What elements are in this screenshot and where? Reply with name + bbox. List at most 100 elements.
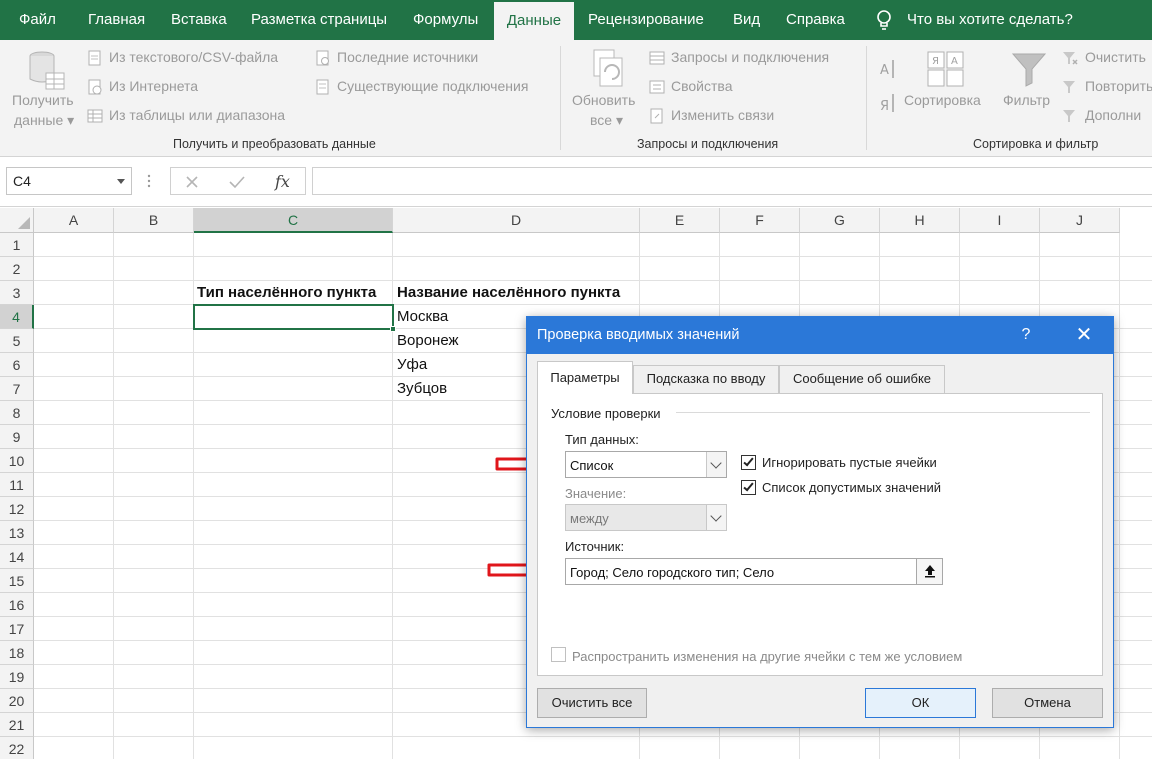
collapse-dialog-button[interactable] bbox=[916, 559, 942, 584]
clear-button[interactable]: Очистить bbox=[1085, 49, 1146, 65]
row-header-4[interactable]: 4 bbox=[0, 305, 34, 329]
formula-input[interactable] bbox=[312, 167, 1152, 195]
row-header-10[interactable]: 10 bbox=[0, 449, 34, 473]
column-header-g[interactable]: G bbox=[800, 208, 880, 233]
column-header-a[interactable]: A bbox=[34, 208, 114, 233]
clear-all-button[interactable]: Очистить все bbox=[537, 688, 647, 718]
row-header-21[interactable]: 21 bbox=[0, 713, 34, 737]
reapply-button[interactable]: Повторить bbox=[1085, 78, 1152, 94]
properties-button[interactable]: Свойства bbox=[671, 78, 732, 94]
ok-button[interactable]: ОК bbox=[865, 688, 976, 718]
edit-links-button[interactable]: Изменить связи bbox=[671, 107, 774, 123]
name-box[interactable]: C4 bbox=[6, 167, 132, 195]
data-type-select[interactable]: Список bbox=[565, 451, 727, 478]
recent-sources-button[interactable]: Последние источники bbox=[337, 49, 478, 65]
advanced-button[interactable]: Дополни bbox=[1085, 107, 1141, 123]
sort-button[interactable]: Сортировка bbox=[904, 92, 981, 108]
tab-settings[interactable]: Параметры bbox=[537, 361, 633, 394]
chevron-down-icon[interactable] bbox=[117, 179, 125, 184]
cell-d6[interactable]: Уфа bbox=[397, 353, 427, 377]
from-web-button[interactable]: Из Интернета bbox=[109, 78, 198, 94]
row-header-12[interactable]: 12 bbox=[0, 497, 34, 521]
tab-insert[interactable]: Вставка bbox=[171, 0, 227, 40]
tab-file[interactable]: Файл bbox=[19, 0, 56, 40]
data-type-dropdown-button[interactable] bbox=[706, 452, 726, 477]
cell-c3[interactable]: Тип населённого пункта bbox=[197, 281, 376, 305]
cell-d5[interactable]: Воронеж bbox=[397, 329, 459, 353]
cell-d3[interactable]: Название населённого пункта bbox=[397, 281, 620, 305]
close-icon[interactable]: ✕ bbox=[1072, 323, 1096, 347]
tab-review[interactable]: Рецензирование bbox=[588, 0, 704, 40]
row-header-17[interactable]: 17 bbox=[0, 617, 34, 641]
chevron-down-icon bbox=[710, 457, 722, 469]
value-label: Значение: bbox=[565, 486, 627, 501]
in-cell-dropdown-label[interactable]: Список допустимых значений bbox=[762, 480, 941, 495]
existing-connections-button[interactable]: Существующие подключения bbox=[337, 78, 528, 94]
column-header-f[interactable]: F bbox=[720, 208, 800, 233]
row-header-18[interactable]: 18 bbox=[0, 641, 34, 665]
column-header-b[interactable]: B bbox=[114, 208, 194, 233]
row-header-20[interactable]: 20 bbox=[0, 689, 34, 713]
fill-handle[interactable] bbox=[390, 326, 396, 332]
column-header-c[interactable]: C bbox=[194, 208, 393, 233]
row-header-2[interactable]: 2 bbox=[0, 257, 34, 281]
refresh-all-label-2[interactable]: все ▾ bbox=[590, 112, 623, 129]
cell-d7[interactable]: Зубцов bbox=[397, 377, 447, 401]
column-header-e[interactable]: E bbox=[640, 208, 720, 233]
row-header-7[interactable]: 7 bbox=[0, 377, 34, 401]
from-csv-button[interactable]: Из текстового/CSV-файла bbox=[109, 49, 278, 65]
apply-all-checkbox[interactable] bbox=[551, 647, 566, 662]
ignore-blank-checkbox[interactable] bbox=[741, 455, 756, 470]
tell-me-search[interactable]: Что вы хотите сделать? bbox=[907, 0, 1073, 40]
row-header-6[interactable]: 6 bbox=[0, 353, 34, 377]
tab-view[interactable]: Вид bbox=[733, 0, 760, 40]
get-data-label-2[interactable]: данные ▾ bbox=[14, 112, 74, 129]
upload-arrow-icon bbox=[925, 565, 935, 578]
queries-connections-button[interactable]: Запросы и подключения bbox=[671, 49, 829, 65]
select-all-button[interactable] bbox=[0, 208, 34, 233]
tab-page-layout[interactable]: Разметка страницы bbox=[251, 0, 387, 40]
sort-icon: Я А bbox=[927, 51, 964, 87]
tab-input-message[interactable]: Подсказка по вводу bbox=[633, 365, 779, 393]
row-header-13[interactable]: 13 bbox=[0, 521, 34, 545]
filter-button[interactable]: Фильтр bbox=[1003, 92, 1050, 108]
insert-function-button[interactable]: fx bbox=[275, 172, 290, 191]
group-separator bbox=[866, 46, 867, 150]
row-header-3[interactable]: 3 bbox=[0, 281, 34, 305]
row-header-9[interactable]: 9 bbox=[0, 425, 34, 449]
get-data-label-1[interactable]: Получить bbox=[12, 92, 74, 108]
row-header-16[interactable]: 16 bbox=[0, 593, 34, 617]
source-input[interactable]: Город; Село городского тип; Село bbox=[565, 558, 943, 585]
tab-error-alert[interactable]: Сообщение об ошибке bbox=[779, 365, 945, 393]
tab-home[interactable]: Главная bbox=[88, 0, 145, 40]
row-header-11[interactable]: 11 bbox=[0, 473, 34, 497]
check-icon[interactable] bbox=[229, 175, 245, 189]
row-header-1[interactable]: 1 bbox=[0, 233, 34, 257]
ignore-blank-label[interactable]: Игнорировать пустые ячейки bbox=[762, 455, 937, 470]
row-header-15[interactable]: 15 bbox=[0, 569, 34, 593]
column-header-d[interactable]: D bbox=[393, 208, 640, 233]
cell-d4[interactable]: Москва bbox=[397, 305, 448, 329]
cancel-button[interactable]: Отмена bbox=[992, 688, 1103, 718]
row-header-8[interactable]: 8 bbox=[0, 401, 34, 425]
row-header-5[interactable]: 5 bbox=[0, 329, 34, 353]
tab-data[interactable]: Данные bbox=[494, 2, 574, 40]
row-header-19[interactable]: 19 bbox=[0, 665, 34, 689]
cancel-icon[interactable] bbox=[185, 175, 199, 189]
refresh-all-label-1[interactable]: Обновить bbox=[572, 92, 635, 108]
dialog-title-bar[interactable]: Проверка вводимых значений ? ✕ bbox=[527, 317, 1113, 354]
row-header-22[interactable]: 22 bbox=[0, 737, 34, 759]
tab-formulas[interactable]: Формулы bbox=[413, 0, 478, 40]
drag-handle-icon[interactable] bbox=[147, 173, 151, 189]
column-header-h[interactable]: H bbox=[880, 208, 960, 233]
tab-help[interactable]: Справка bbox=[786, 0, 845, 40]
row-header-14[interactable]: 14 bbox=[0, 545, 34, 569]
in-cell-dropdown-checkbox[interactable] bbox=[741, 480, 756, 495]
column-header-j[interactable]: J bbox=[1040, 208, 1120, 233]
apply-all-label[interactable]: Распространить изменения на другие ячейк… bbox=[572, 649, 962, 664]
active-cell-c4[interactable] bbox=[193, 304, 396, 332]
column-header-i[interactable]: I bbox=[960, 208, 1040, 233]
divider bbox=[676, 412, 1090, 413]
from-table-button[interactable]: Из таблицы или диапазона bbox=[109, 107, 285, 123]
help-icon[interactable]: ? bbox=[1014, 323, 1038, 347]
